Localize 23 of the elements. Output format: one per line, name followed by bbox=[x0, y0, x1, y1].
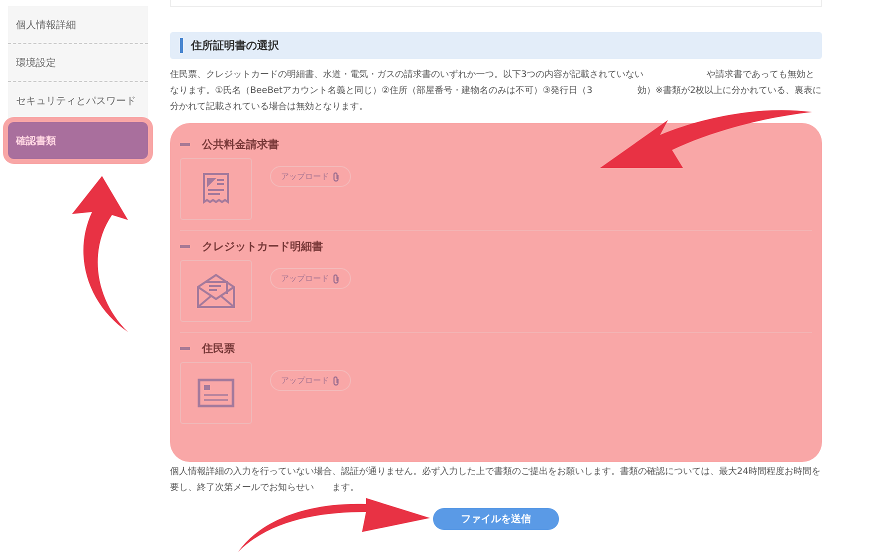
section-title: 住所証明書の選択 bbox=[180, 38, 279, 53]
paperclip-icon bbox=[332, 376, 340, 386]
notice-text: 個人情報詳細の入力を行っていない場合、認証が通りません。必ず入力した上で書類のご提出をお願いします。書類の確認については、最大24時間程度お時間を要し、終了次第メールでお知らせい ます。 bbox=[170, 466, 822, 495]
sidebar-item[interactable]: セキュリティとパスワード bbox=[8, 82, 148, 120]
upload-button[interactable]: アップロード bbox=[270, 166, 351, 187]
sidebar-item[interactable]: 環境設定 bbox=[8, 44, 148, 82]
collapse-icon[interactable] bbox=[180, 245, 190, 248]
submit-button[interactable]: ファイルを送信 bbox=[433, 508, 559, 530]
document-title: クレジットカード明細書 bbox=[202, 239, 323, 254]
document-title: 住民票 bbox=[202, 341, 235, 356]
document-title: 公共料金請求書 bbox=[202, 137, 279, 152]
id-card-icon bbox=[197, 378, 235, 408]
paperclip-icon bbox=[332, 274, 340, 284]
collapse-icon[interactable] bbox=[180, 347, 190, 350]
collapse-icon[interactable] bbox=[180, 143, 190, 146]
upload-button[interactable]: アップロード bbox=[270, 370, 351, 391]
upload-button[interactable]: アップロード bbox=[270, 268, 351, 289]
paperclip-icon bbox=[332, 172, 340, 182]
description-text: 住民票、クレジットカードの明細書、水道・電気・ガスの請求書のいずれか一つ。以下3つの内容が記載されていない や請求書であっても無効となります。①氏名（BeeBetアカウント名義と同じ）②住所（部屋番号・建物名のみは不可）③発行日（3 効）※書類が2枚以上に分かれている、裏表に分かれて記載されている場合は無効となります。 bbox=[170, 68, 822, 114]
sidebar-item[interactable]: 確認書類 bbox=[8, 122, 148, 159]
envelope-icon bbox=[196, 273, 236, 309]
sidebar-item[interactable]: 個人情報詳細 bbox=[8, 6, 148, 44]
receipt-icon bbox=[202, 172, 230, 206]
